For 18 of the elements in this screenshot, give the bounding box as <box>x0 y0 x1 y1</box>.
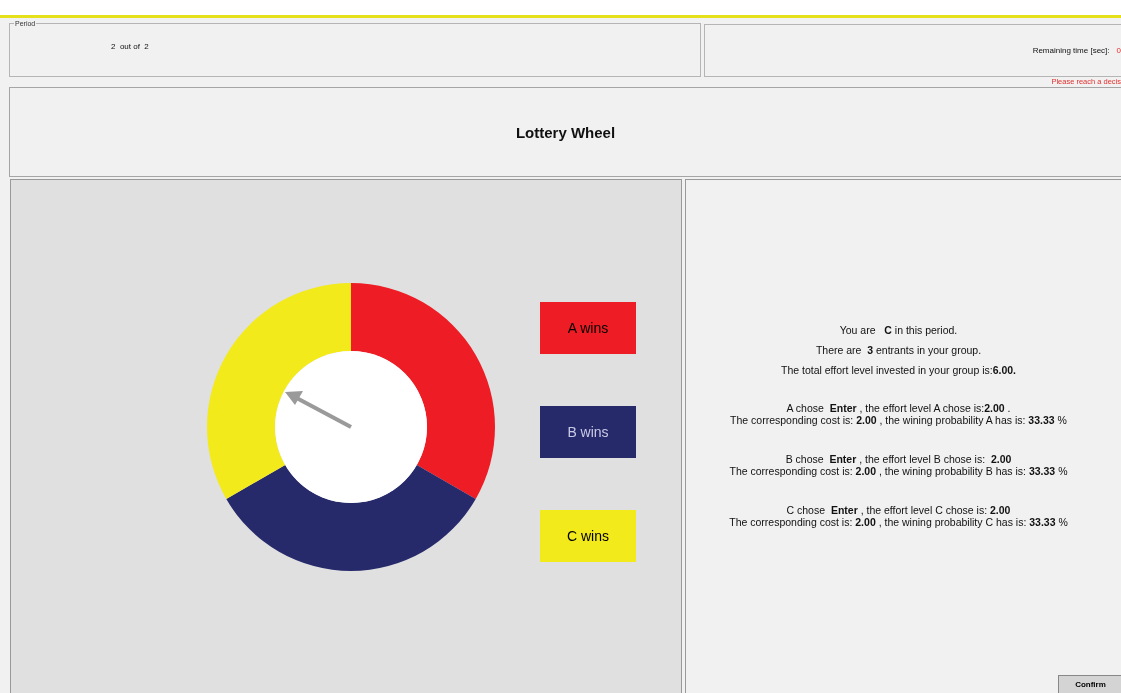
legend-label: B wins <box>540 406 636 458</box>
choice-text: B chose Enter , the effort level B chose is: 2.00 <box>784 453 1013 465</box>
timer-value: 0 <box>1116 46 1121 55</box>
choice-text: A chose Enter , the effort level A chose is:2.00 . <box>785 402 1012 414</box>
choice-text: The corresponding cost is: 2.00 , the wining probability B has is: 33.33 % <box>729 465 1068 477</box>
choice-text: C chose Enter , the effort level C chose is: 2.00 <box>785 504 1012 516</box>
info-text: There are 3 entrants in your group. <box>815 344 982 356</box>
timer-label: Remaining time [sec]: <box>1032 46 1110 55</box>
confirm-button[interactable]: Confirm <box>1058 675 1121 693</box>
choice-text: The corresponding cost is: 2.00 , the wining probability C has is: 33.33 % <box>729 516 1068 528</box>
choice-text: The corresponding cost is: 2.00 , the wining probability A has is: 33.33 % <box>730 414 1067 426</box>
pointer-arrow <box>285 391 352 429</box>
legend-label: A wins <box>540 302 636 354</box>
legend-label: C wins <box>540 510 636 562</box>
page-title: Lottery Wheel <box>515 123 616 141</box>
info-text: You are C in this period. <box>839 324 958 336</box>
info-text: The total effort level invested in your group is:6.00. <box>781 364 1016 376</box>
period-value: 2 out of 2 <box>111 42 149 51</box>
